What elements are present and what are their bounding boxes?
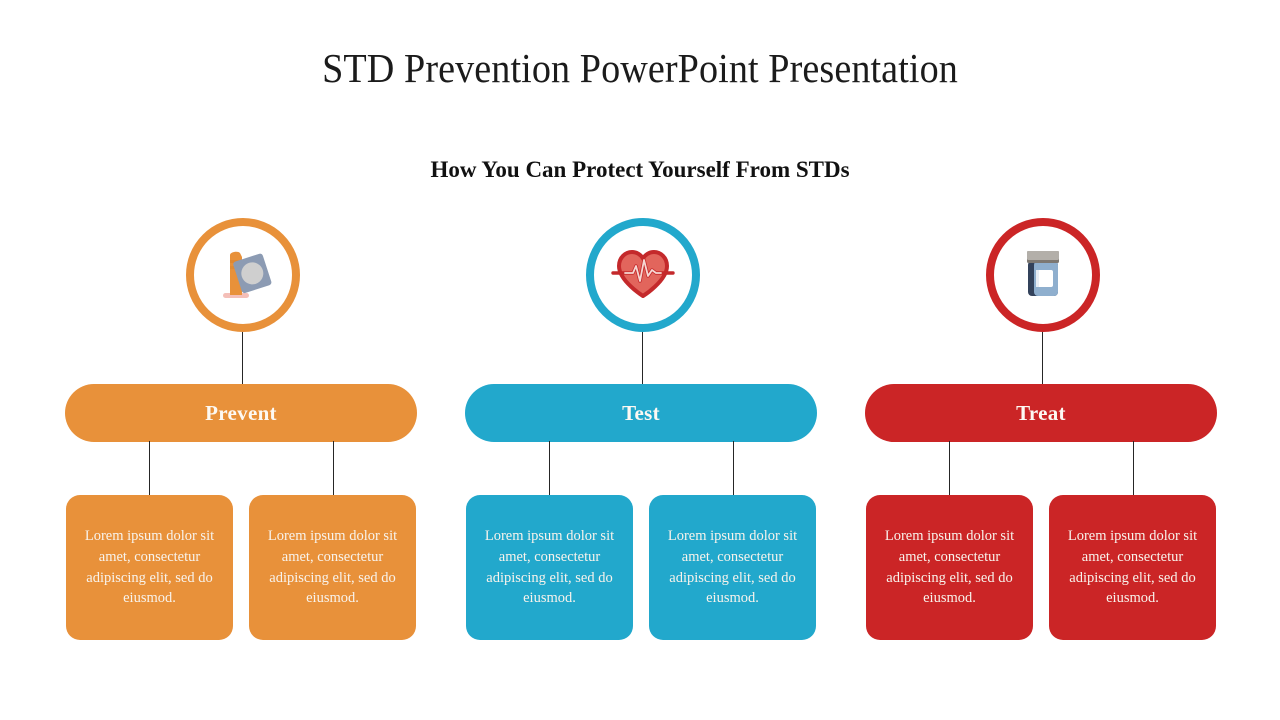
condom-icon-circle — [186, 218, 300, 332]
connector-banner-to-card-right — [733, 441, 734, 495]
card[interactable]: Lorem ipsum dolor sit amet, consectetur … — [249, 495, 416, 640]
card[interactable]: Lorem ipsum dolor sit amet, consectetur … — [866, 495, 1033, 640]
card-text: Lorem ipsum dolor sit amet, consectetur … — [484, 528, 615, 607]
banner-prevent[interactable]: Prevent — [65, 384, 417, 442]
banner-label: Prevent — [205, 400, 277, 425]
card[interactable]: Lorem ipsum dolor sit amet, consectetur … — [66, 495, 233, 640]
card-text: Lorem ipsum dolor sit amet, consectetur … — [667, 528, 798, 607]
card[interactable]: Lorem ipsum dolor sit amet, consectetur … — [466, 495, 633, 640]
card[interactable]: Lorem ipsum dolor sit amet, consectetur … — [649, 495, 816, 640]
heartbeat-icon — [611, 250, 675, 298]
banner-label: Treat — [1016, 400, 1066, 425]
card[interactable]: Lorem ipsum dolor sit amet, consectetur … — [1049, 495, 1216, 640]
pill-bottle-icon-circle — [986, 218, 1100, 332]
card-text: Lorem ipsum dolor sit amet, consectetur … — [884, 528, 1015, 607]
slide-canvas: STD Prevention PowerPoint Presentation H… — [0, 0, 1280, 720]
banner-test[interactable]: Test — [465, 384, 817, 442]
column-test: Test Lorem ipsum dolor sit amet, consect… — [440, 0, 840, 720]
column-treat: Treat Lorem ipsum dolor sit amet, consec… — [840, 0, 1240, 720]
connector-banner-to-card-left — [149, 441, 150, 495]
card-text: Lorem ipsum dolor sit amet, consectetur … — [267, 528, 398, 607]
pill-bottle-icon — [1027, 251, 1059, 296]
connector-icon-to-banner — [242, 332, 243, 384]
connector-banner-to-card-left — [949, 441, 950, 495]
condom-icon — [223, 251, 272, 298]
connector-icon-to-banner — [1042, 332, 1043, 384]
heartbeat-icon-circle — [586, 218, 700, 332]
connector-banner-to-card-right — [1133, 441, 1134, 495]
card-text: Lorem ipsum dolor sit amet, consectetur … — [84, 528, 215, 607]
card-text: Lorem ipsum dolor sit amet, consectetur … — [1067, 528, 1198, 607]
connector-banner-to-card-right — [333, 441, 334, 495]
banner-treat[interactable]: Treat — [865, 384, 1217, 442]
column-prevent: Prevent Lorem ipsum dolor sit amet, cons… — [40, 0, 440, 720]
connector-banner-to-card-left — [549, 441, 550, 495]
connector-icon-to-banner — [642, 332, 643, 384]
banner-label: Test — [622, 400, 660, 425]
